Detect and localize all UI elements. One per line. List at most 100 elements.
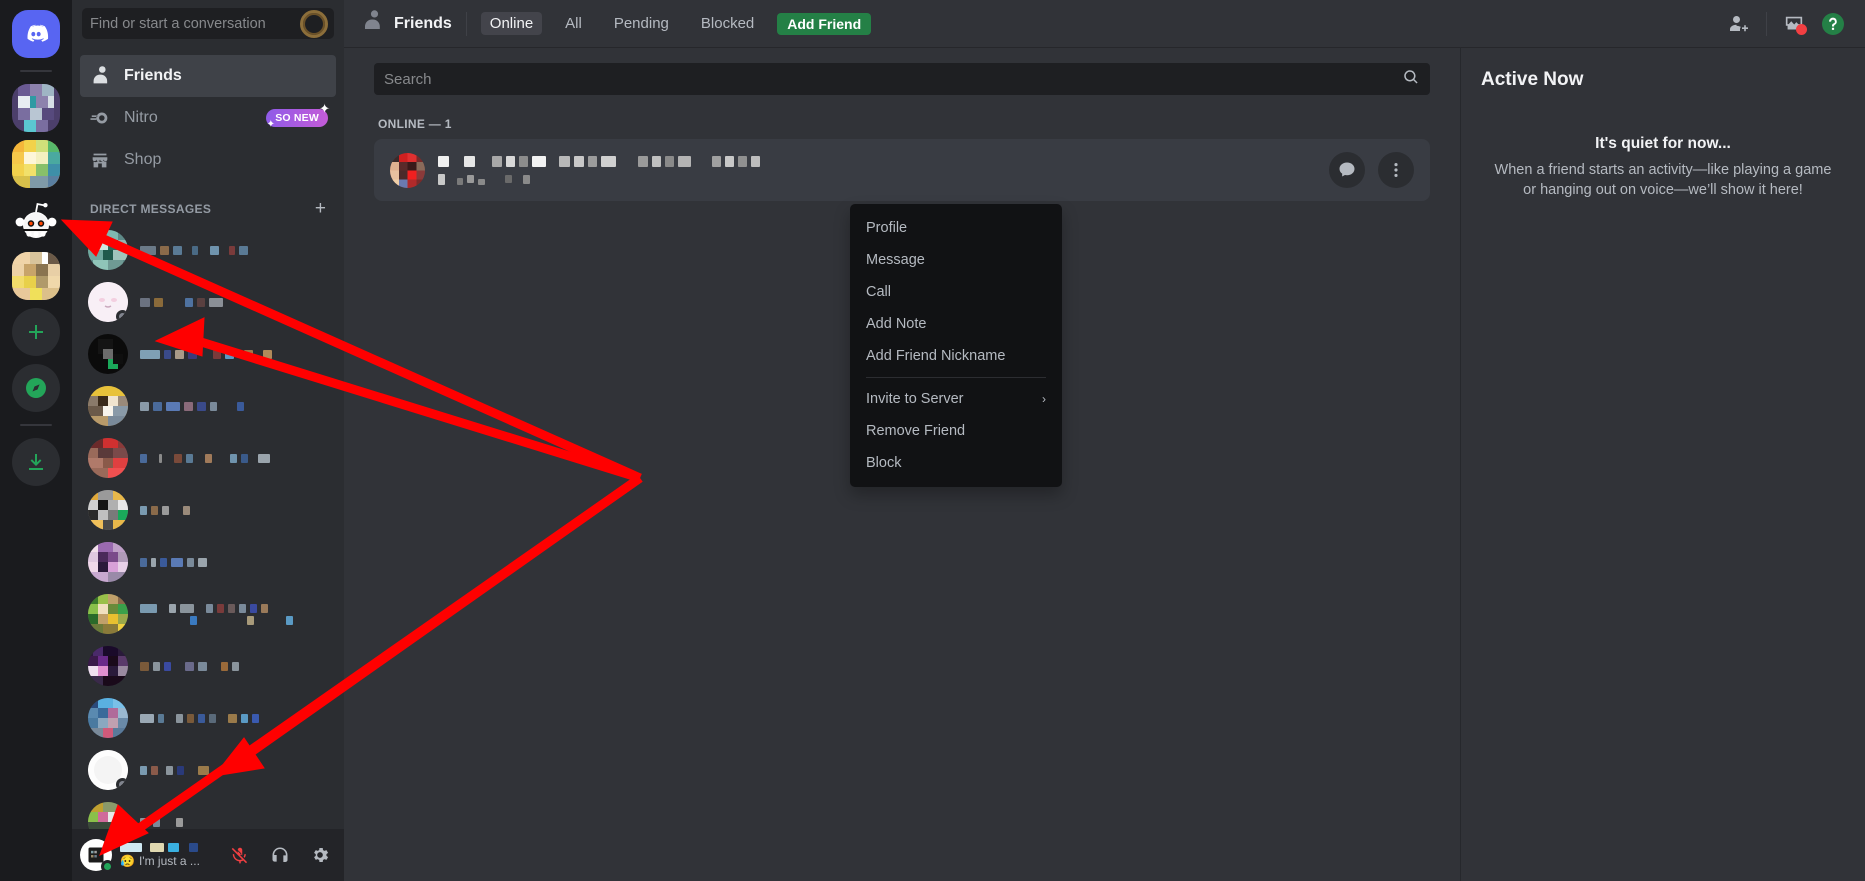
tab-all[interactable]: All bbox=[556, 12, 591, 35]
list-item[interactable] bbox=[80, 380, 336, 432]
table-row[interactable] bbox=[374, 139, 1430, 201]
direct-messages-header: DIRECT MESSAGES + bbox=[72, 181, 344, 224]
list-item[interactable] bbox=[80, 484, 336, 536]
inbox-button[interactable] bbox=[1783, 13, 1807, 35]
avatar[interactable] bbox=[80, 839, 114, 873]
sidebar-item-nitro[interactable]: Nitro SO NEW ✦ ✦ bbox=[80, 97, 336, 139]
context-menu-item-invite-to-server[interactable]: Invite to Server › bbox=[858, 383, 1054, 415]
discord-app-window: Find or start a conversation Friends Nit… bbox=[0, 0, 1865, 881]
user-panel: 😥 I'm just a ... bbox=[72, 829, 344, 881]
list-item-name-redacted bbox=[140, 401, 244, 411]
dm-sidebar: Find or start a conversation Friends Nit… bbox=[72, 0, 344, 881]
friend-context-menu[interactable]: Profile Message Call Add Note Add Friend… bbox=[850, 204, 1062, 487]
user-settings-button[interactable] bbox=[304, 839, 336, 871]
list-item[interactable] bbox=[80, 588, 336, 640]
list-item[interactable] bbox=[80, 328, 336, 380]
help-button[interactable] bbox=[1821, 12, 1845, 36]
explore-servers-button[interactable] bbox=[12, 364, 60, 412]
friend-row-actions bbox=[1329, 152, 1414, 188]
server-avatar-3 bbox=[12, 252, 60, 300]
server-rail bbox=[0, 0, 72, 881]
list-item[interactable] bbox=[80, 796, 336, 829]
friends-body: Search ONLINE — 1 Active Now It's quiet … bbox=[344, 47, 1865, 881]
topbar-divider bbox=[465, 11, 467, 36]
highlight-ring bbox=[300, 9, 328, 38]
mute-microphone-button[interactable] bbox=[224, 839, 256, 871]
top-bar: Friends Online All Pending Blocked Add F… bbox=[344, 0, 1865, 47]
download-apps-button[interactable] bbox=[12, 438, 60, 486]
status-text: I'm just a ... bbox=[138, 853, 200, 868]
server-icon-pixel-3[interactable] bbox=[12, 252, 60, 300]
reddit-snoo-icon bbox=[15, 202, 57, 238]
add-server-button[interactable] bbox=[12, 308, 60, 356]
context-menu-item-remove-friend[interactable]: Remove Friend bbox=[858, 415, 1054, 447]
context-menu-item-add-friend-nickname[interactable]: Add Friend Nickname bbox=[858, 340, 1054, 372]
context-menu-item-invite-to-server-label: Invite to Server bbox=[866, 391, 964, 407]
gear-icon bbox=[314, 848, 329, 862]
list-item[interactable] bbox=[80, 640, 336, 692]
context-menu-item-call[interactable]: Call bbox=[858, 276, 1054, 308]
chevron-right-icon: › bbox=[1042, 392, 1046, 406]
list-item[interactable] bbox=[80, 536, 336, 588]
list-item-name-redacted bbox=[140, 245, 248, 255]
user-info[interactable]: 😥 I'm just a ... bbox=[120, 842, 216, 868]
tab-pending[interactable]: Pending bbox=[605, 12, 678, 35]
list-item[interactable] bbox=[80, 432, 336, 484]
search-icon bbox=[1402, 68, 1420, 90]
add-friend-button[interactable]: Add Friend bbox=[777, 12, 872, 35]
server-icon-pixel-2[interactable] bbox=[12, 140, 60, 188]
message-button[interactable] bbox=[1329, 152, 1365, 188]
list-item-name-redacted bbox=[140, 765, 209, 775]
context-menu-item-message[interactable]: Message bbox=[858, 244, 1054, 276]
create-dm-button[interactable]: + bbox=[315, 199, 334, 218]
dm-search-container: Find or start a conversation bbox=[72, 0, 344, 47]
avatar bbox=[390, 152, 425, 188]
list-item[interactable] bbox=[80, 276, 336, 328]
list-item-name-redacted bbox=[140, 557, 207, 567]
plus-icon bbox=[29, 325, 43, 339]
more-options-button[interactable] bbox=[1378, 152, 1414, 188]
home-button[interactable] bbox=[12, 10, 60, 58]
user-custom-status[interactable]: 😥 I'm just a ... bbox=[120, 854, 216, 868]
sidebar-item-friends[interactable]: Friends bbox=[80, 55, 336, 97]
avatar bbox=[88, 386, 128, 426]
sparkle-icon-2: ✦ bbox=[266, 119, 275, 130]
server-icon-pixel-1[interactable] bbox=[12, 84, 60, 132]
status-offline-dot bbox=[116, 310, 128, 322]
username-redacted bbox=[120, 842, 216, 852]
list-item[interactable] bbox=[80, 224, 336, 276]
avatar bbox=[88, 334, 128, 374]
search-input[interactable]: Search bbox=[374, 63, 1430, 95]
nitro-icon bbox=[88, 106, 112, 130]
sidebar-item-shop[interactable]: Shop bbox=[80, 139, 336, 181]
list-item-name-redacted bbox=[140, 661, 239, 671]
list-item-name-redacted bbox=[140, 297, 223, 307]
avatar bbox=[88, 698, 128, 738]
server-icon-reddit[interactable] bbox=[12, 196, 60, 244]
active-now-panel: Active Now It's quiet for now... When a … bbox=[1460, 47, 1865, 881]
context-menu-item-add-note[interactable]: Add Note bbox=[858, 308, 1054, 340]
download-icon bbox=[29, 454, 43, 470]
list-item-name-redacted bbox=[140, 603, 293, 625]
new-group-dm-button[interactable] bbox=[1726, 12, 1750, 36]
new-group-dm-icon bbox=[1730, 15, 1748, 31]
server-avatar-1 bbox=[12, 84, 60, 132]
deafen-button[interactable] bbox=[264, 839, 296, 871]
list-item-name-redacted bbox=[140, 453, 270, 463]
avatar bbox=[88, 230, 128, 270]
shop-icon bbox=[88, 148, 112, 172]
status-offline-dot bbox=[116, 778, 128, 790]
dm-list[interactable] bbox=[72, 224, 344, 829]
find-conversation-button[interactable]: Find or start a conversation bbox=[82, 8, 334, 39]
sidebar-item-shop-label: Shop bbox=[124, 151, 162, 168]
list-item[interactable] bbox=[80, 692, 336, 744]
tab-blocked[interactable]: Blocked bbox=[692, 12, 763, 35]
list-item-name-redacted bbox=[140, 817, 183, 827]
context-menu-item-profile[interactable]: Profile bbox=[858, 212, 1054, 244]
search-placeholder: Search bbox=[384, 70, 432, 88]
active-now-title: Active Now bbox=[1481, 69, 1584, 90]
tab-online[interactable]: Online bbox=[480, 12, 543, 35]
find-conversation-placeholder: Find or start a conversation bbox=[90, 15, 266, 32]
list-item[interactable] bbox=[80, 744, 336, 796]
context-menu-item-block[interactable]: Block bbox=[858, 447, 1054, 479]
